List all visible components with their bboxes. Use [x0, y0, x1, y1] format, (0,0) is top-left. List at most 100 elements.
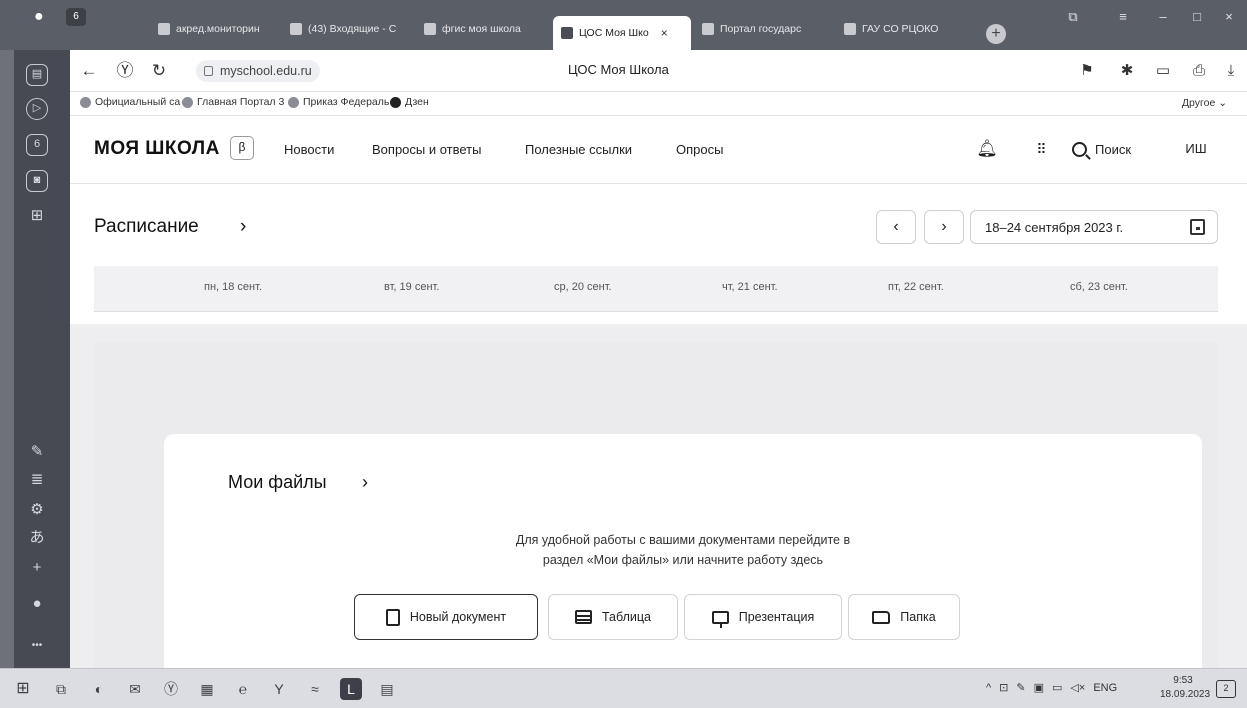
mail-icon: [288, 96, 299, 108]
ie-icon[interactable]: ℮: [232, 678, 254, 700]
maximize-icon[interactable]: □: [1186, 8, 1208, 26]
site-logo[interactable]: МОЯ ШКОЛА: [94, 138, 220, 160]
bookmark-prikaz[interactable]: Приказ Федераль: [288, 96, 389, 108]
nav-polls[interactable]: Опросы: [676, 142, 723, 157]
screenshot-icon[interactable]: ◙: [26, 170, 48, 192]
day-thursday[interactable]: чт, 21 сент.: [722, 281, 778, 293]
windows-start-icon[interactable]: ⊞: [12, 678, 34, 700]
tab-fgis[interactable]: фгис моя школа: [416, 14, 550, 44]
chevron-right-icon[interactable]: ›: [362, 472, 368, 493]
clock[interactable]: 9:53 18.09.2023: [1160, 674, 1211, 702]
play-icon[interactable]: ▷: [26, 98, 48, 120]
bell-icon[interactable]: 🔔︎: [974, 136, 1000, 162]
apps-grid-icon[interactable]: ⠿: [1028, 136, 1054, 162]
close-tab-icon[interactable]: ×: [661, 26, 668, 40]
clock-date: 18.09.2023: [1160, 689, 1211, 700]
button-label: Презентация: [738, 610, 815, 624]
edge-icon[interactable]: ◐: [88, 678, 110, 700]
date-range-picker[interactable]: 18–24 сентября 2023 г.: [970, 210, 1218, 244]
day-wednesday[interactable]: ср, 20 сент.: [554, 281, 612, 293]
back-arrow-icon[interactable]: ←: [78, 60, 100, 82]
battery-icon[interactable]: ▭: [1052, 681, 1062, 694]
alice-icon[interactable]: ●: [27, 594, 47, 614]
tabs-view-icon[interactable]: ⧉: [1062, 8, 1084, 26]
address-bar: ← Ⓨ ↻ myschool.edu.ru ЦОС Моя Школа ⚑ ✱ …: [70, 50, 1247, 92]
emblem-icon: [182, 96, 193, 108]
folder-button[interactable]: Папка: [848, 594, 960, 640]
more-dots-icon[interactable]: •••: [27, 636, 47, 656]
table-button[interactable]: Таблица: [548, 594, 678, 640]
notifications-icon[interactable]: 2: [1216, 680, 1236, 698]
display-icon[interactable]: ▣: [1034, 681, 1044, 694]
yandex-logo-icon[interactable]: Ⓨ: [114, 60, 136, 82]
bookmark-label: Главная Портал 3: [197, 96, 285, 108]
nav-faq[interactable]: Вопросы и ответы: [372, 142, 481, 157]
day-friday[interactable]: пт, 22 сент.: [888, 281, 944, 293]
yandex-browser-icon[interactable]: Ⓨ: [160, 678, 182, 700]
reader-icon[interactable]: ⎙: [1188, 60, 1210, 82]
search-button[interactable]: Поиск: [1072, 136, 1131, 162]
app-icon[interactable]: ≈: [304, 678, 326, 700]
bookmarks-other[interactable]: Другое ⌄: [1182, 97, 1227, 109]
bookmark-dzen[interactable]: Дзен: [390, 96, 429, 108]
files-title[interactable]: Мои файлы: [228, 472, 327, 493]
extension-icon[interactable]: ✱: [1116, 60, 1138, 82]
files-icon[interactable]: ▦: [196, 678, 218, 700]
nav-news[interactable]: Новости: [284, 142, 334, 157]
avatar[interactable]: ИШ: [1176, 132, 1216, 166]
apps-grid-icon[interactable]: ⊞: [27, 206, 47, 226]
tab-label: фгис моя школа: [442, 23, 521, 35]
bookmark-portal[interactable]: Главная Портал 3: [182, 96, 284, 108]
excel-icon[interactable]: ▤: [376, 678, 398, 700]
menu-icon[interactable]: ≡: [1112, 8, 1134, 26]
day-saturday[interactable]: сб, 23 сент.: [1070, 281, 1128, 293]
minimize-icon[interactable]: –: [1152, 8, 1174, 26]
tab-cos-active[interactable]: ЦОС Моя Шко ×: [553, 16, 691, 50]
presentation-button[interactable]: Презентация: [684, 594, 842, 640]
bookmark-icon[interactable]: ⚑: [1076, 60, 1098, 82]
day-monday[interactable]: пн, 18 сент.: [204, 281, 262, 293]
yandex-y-icon[interactable]: Y: [268, 678, 290, 700]
new-tab-plus-icon[interactable]: +: [986, 24, 1006, 44]
windows-taskbar: ⊞ ⧉ ◐ ✉ Ⓨ ▦ ℮ Y ≈ L ▤ ^ ⊡ ✎ ▣ ▭ ◁× ENG 9…: [0, 668, 1247, 708]
task-view-icon[interactable]: ⧉: [50, 678, 72, 700]
tab-label: ЦОС Моя Шко: [579, 27, 649, 39]
list-icon[interactable]: ≣: [27, 470, 47, 490]
day-tuesday[interactable]: вт, 19 сент.: [384, 281, 439, 293]
app-l-icon[interactable]: L: [340, 678, 362, 700]
counter-six-icon[interactable]: 6: [26, 134, 48, 156]
tab-gosuslugi[interactable]: Портал государс: [694, 14, 834, 44]
mail-icon: [290, 23, 302, 35]
chevron-right-icon[interactable]: ›: [240, 216, 246, 238]
collections-icon[interactable]: ▤: [26, 64, 48, 86]
tab-mail[interactable]: (43) Входящие - С: [282, 14, 414, 44]
translate-icon[interactable]: あ: [27, 528, 47, 548]
volume-icon[interactable]: ◁×: [1070, 681, 1085, 694]
battery-icon[interactable]: ▭: [1152, 60, 1174, 82]
chevron-up-icon[interactable]: ^: [986, 682, 991, 694]
tab-counter-badge[interactable]: 6: [66, 8, 86, 26]
reload-icon[interactable]: ↻: [148, 60, 170, 82]
pen-icon[interactable]: ✎: [1016, 681, 1025, 694]
pen-icon[interactable]: ✎: [27, 442, 47, 462]
bookmark-label: Официальный са: [95, 96, 181, 108]
add-icon[interactable]: +: [27, 558, 47, 578]
schedule-title[interactable]: Расписание: [94, 216, 199, 238]
network-icon[interactable]: ⊡: [999, 681, 1008, 694]
profile-icon[interactable]: ●: [34, 8, 48, 26]
next-week-button[interactable]: ›: [924, 210, 964, 244]
new-document-button[interactable]: Новый документ: [354, 594, 538, 640]
url-field[interactable]: myschool.edu.ru: [196, 60, 320, 82]
nav-links[interactable]: Полезные ссылки: [525, 142, 632, 157]
mail-icon[interactable]: ✉: [124, 678, 146, 700]
yandex-icon: [424, 23, 436, 35]
bookmark-official[interactable]: Официальный са: [80, 96, 180, 108]
settings-icon[interactable]: ⚙: [27, 500, 47, 520]
url-text: myschool.edu.ru: [220, 64, 312, 78]
language-indicator[interactable]: ENG: [1093, 682, 1117, 694]
close-window-icon[interactable]: ×: [1218, 8, 1240, 26]
prev-week-button[interactable]: ‹: [876, 210, 916, 244]
download-icon[interactable]: ⤓: [1220, 60, 1242, 82]
tab-rcoko[interactable]: ГАУ СО РЦОКО: [836, 14, 970, 44]
tab-akred[interactable]: акред.мониторин: [150, 14, 280, 44]
